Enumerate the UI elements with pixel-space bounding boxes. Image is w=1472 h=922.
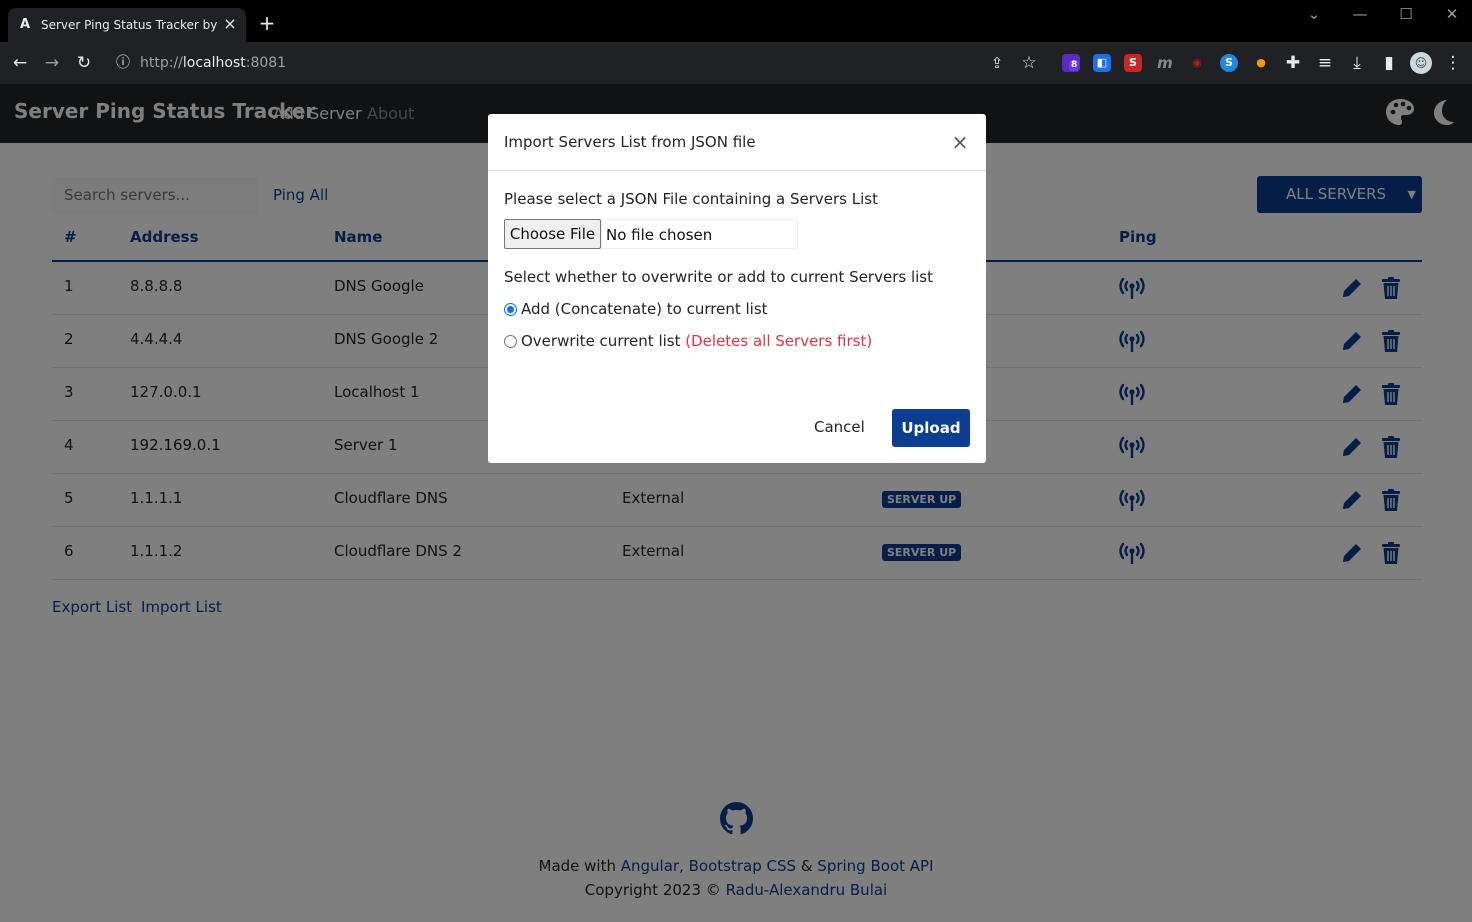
address-bar[interactable]: http://localhost:8081: [140, 54, 286, 72]
forward-icon[interactable]: →: [41, 52, 63, 74]
cancel-button[interactable]: Cancel: [814, 418, 865, 436]
download-icon[interactable]: ⤓: [1346, 52, 1368, 74]
modal-title: Import Servers List from JSON file: [504, 133, 756, 151]
close-icon[interactable]: ×: [950, 132, 970, 152]
file-prompt: Please select a JSON File containing a S…: [504, 190, 878, 208]
tab-title: Server Ping Status Tracker by Radu-Alexa…: [41, 18, 217, 32]
file-status: No file chosen: [601, 219, 798, 249]
extension-icon[interactable]: S: [1124, 54, 1142, 72]
radio-overwrite[interactable]: [504, 335, 517, 348]
extension-icon[interactable]: ◉: [1188, 54, 1206, 72]
extension-icon[interactable]: S: [1220, 54, 1238, 72]
share-icon[interactable]: ⇪: [986, 52, 1008, 74]
choose-file-button[interactable]: Choose File: [504, 219, 601, 249]
browser-menu-icon[interactable]: ⋮: [1442, 52, 1464, 74]
media-control-icon[interactable]: ≡: [1314, 52, 1336, 74]
angular-favicon-icon: A: [20, 17, 31, 32]
import-modal: Import Servers List from JSON file × Ple…: [488, 114, 986, 463]
radio-add-label[interactable]: Add (Concatenate) to current list: [521, 300, 768, 318]
bookmark-star-icon[interactable]: ☆: [1018, 52, 1040, 74]
radio-overwrite-label[interactable]: Overwrite current list (Deletes all Serv…: [521, 332, 872, 350]
modal-header: Import Servers List from JSON file ×: [488, 114, 986, 171]
back-icon[interactable]: ←: [9, 52, 31, 74]
extension-icon[interactable]: ◧: [1093, 54, 1111, 72]
reload-icon[interactable]: ↻: [73, 52, 95, 74]
overwrite-warning: (Deletes all Servers first): [685, 332, 873, 350]
browser-toolbar: ← → ↻ ⓘ http://localhost:8081 ⇪ ☆ 8 ◧ S …: [0, 42, 1472, 84]
side-panel-icon[interactable]: ▮: [1378, 52, 1400, 74]
extension-icon[interactable]: ●: [1252, 54, 1270, 72]
extension-icon[interactable]: 8: [1062, 54, 1080, 72]
tab-search-icon[interactable]: ⌄: [1304, 5, 1324, 23]
new-tab-icon[interactable]: +: [257, 13, 277, 33]
profile-avatar-icon[interactable]: ☺: [1410, 52, 1432, 74]
extension-icon[interactable]: m: [1156, 54, 1174, 72]
upload-button[interactable]: Upload: [892, 409, 970, 447]
site-info-icon[interactable]: ⓘ: [112, 52, 134, 74]
close-window-icon[interactable]: ✕: [1442, 5, 1462, 23]
tab-close-icon[interactable]: ×: [222, 15, 238, 33]
browser-tab-bar: A Server Ping Status Tracker by Radu-Ale…: [0, 0, 1472, 42]
radio-add[interactable]: [504, 303, 517, 316]
mode-prompt: Select whether to overwrite or add to cu…: [504, 268, 933, 286]
extensions-puzzle-icon[interactable]: ✚: [1282, 52, 1304, 74]
browser-tab[interactable]: A Server Ping Status Tracker by Radu-Ale…: [8, 8, 246, 42]
minimize-icon[interactable]: —: [1350, 5, 1370, 23]
maximize-icon[interactable]: ☐: [1396, 5, 1416, 23]
